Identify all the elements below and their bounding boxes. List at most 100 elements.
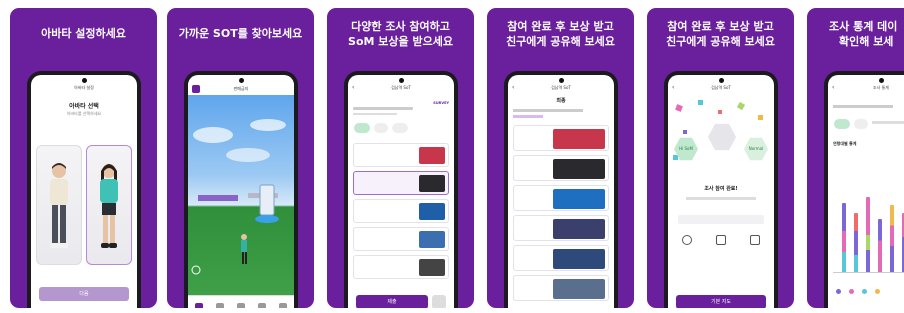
nav-cart-icon[interactable] xyxy=(258,302,267,308)
card-caption: 참여 완료 후 보상 받고 친구에게 공유해 보세요 xyxy=(647,19,794,49)
nav-home-icon[interactable] xyxy=(194,302,203,308)
result-image xyxy=(553,159,605,179)
section-label-placeholder xyxy=(513,115,543,118)
caption-line: 친구에게 공유해 보세요 xyxy=(506,35,615,48)
avatar-option-female[interactable] xyxy=(86,145,132,265)
caption-line: 참여 완료 후 보상 받고 xyxy=(507,20,614,33)
reward-badge-count xyxy=(854,119,868,129)
share-kakao-icon[interactable] xyxy=(682,235,692,245)
nav-list-icon[interactable] xyxy=(215,302,224,308)
option-image xyxy=(419,175,445,192)
card-caption: 참여 완료 후 보상 받고 친구에게 공유해 보세요 xyxy=(487,19,634,49)
camera-icon xyxy=(878,78,884,83)
back-icon[interactable]: ‹ xyxy=(352,83,354,93)
next-button[interactable]: 다음 xyxy=(39,287,129,301)
result-item xyxy=(513,125,609,151)
skip-button[interactable] xyxy=(432,295,446,308)
avatar-female-figure xyxy=(100,164,118,248)
screenshot-card-survey: 다양한 조사 참여하고 SoM 보상을 받으세요 ‹ 검남역 SoT SURVE… xyxy=(327,8,474,308)
nav-profile-icon[interactable] xyxy=(279,302,288,308)
result-item xyxy=(513,185,609,211)
reward-badge-som xyxy=(834,119,850,129)
screenshot-card-avatar: 아바타 설정하세요 아바타 설정 아바타 선택 아바타를 선택하세요 다음 xyxy=(10,8,157,308)
avatar-subtext: 아바타를 선택하세요 xyxy=(66,111,102,116)
share-hint xyxy=(678,215,764,224)
reward-text-placeholder xyxy=(686,197,756,200)
chart-bar xyxy=(842,203,846,273)
phone-frame: ‹ 검남역 SoT 최종 xyxy=(504,71,618,308)
nav-stats-icon[interactable] xyxy=(236,302,245,308)
result-heading: 최종 xyxy=(556,98,566,104)
back-icon[interactable]: ‹ xyxy=(672,83,674,93)
result-image xyxy=(553,189,605,209)
answer-option[interactable] xyxy=(353,255,449,279)
phone-screen: ‹ 검남역 SoT SURVEY 제출 xyxy=(348,75,454,308)
complete-heading: 조사 참여 완료! xyxy=(704,186,738,192)
chart-bar xyxy=(890,205,894,273)
option-image xyxy=(419,259,445,276)
screen-title-text: 검남역 SoT xyxy=(551,85,571,90)
phone-frame: 판매금지 xyxy=(184,71,298,308)
camera-icon xyxy=(238,78,244,83)
caption-line: SoM 보상을 받으세요 xyxy=(348,35,453,48)
phone-frame: ‹ 검남역 SoT SURVEY 제출 xyxy=(344,71,458,308)
phone-screen: ‹ 조사 통계 연령대별 통계 xyxy=(828,75,904,308)
phone-screen: 판매금지 xyxy=(188,75,294,308)
phone-screen: ‹ 검남역 SoT 최종 xyxy=(508,75,614,308)
avatar-male-figure xyxy=(50,163,68,248)
share-link-icon[interactable] xyxy=(716,235,726,245)
submit-button[interactable]: 제출 xyxy=(356,295,428,308)
share-more-icon[interactable] xyxy=(750,235,760,245)
screen-title: ‹ 검남역 SoT xyxy=(508,83,614,93)
result-image xyxy=(553,249,605,269)
caption-line: 가까운 SOT를 찾아보세요 xyxy=(178,27,303,40)
reward-badge-som xyxy=(354,123,370,133)
phone-screen: ‹ 검남역 SoT Hi SoM Normal 조사 참여 완료! 기본 지도 xyxy=(668,75,774,308)
back-icon[interactable]: ‹ xyxy=(832,83,834,93)
phone-frame: ‹ 조사 통계 연령대별 통계 xyxy=(824,71,904,308)
result-image xyxy=(553,129,605,149)
answer-option[interactable] xyxy=(353,143,449,167)
answer-option[interactable] xyxy=(353,199,449,223)
result-item xyxy=(513,245,609,271)
date-placeholder xyxy=(872,121,904,124)
3d-map-view[interactable] xyxy=(188,95,294,295)
screen-title: ‹ 조사 통계 xyxy=(828,83,904,93)
screenshot-card-map: 가까운 SOT를 찾아보세요 판매금지 xyxy=(167,8,314,308)
screen-title-text: 검남역 SoT xyxy=(391,85,411,90)
map-button[interactable]: 기본 지도 xyxy=(676,295,766,308)
screen-title-text: 검남역 SoT xyxy=(711,85,731,90)
answer-option-selected[interactable] xyxy=(353,171,449,195)
camera-icon xyxy=(81,78,87,83)
caption-line: 아바타 설정하세요 xyxy=(41,27,126,40)
avatar-option-male[interactable] xyxy=(36,145,82,265)
phone-frame: ‹ 검남역 SoT Hi SoM Normal 조사 참여 완료! 기본 지도 xyxy=(664,71,778,308)
caption-line: 다양한 조사 참여하고 xyxy=(351,20,450,33)
answer-option[interactable] xyxy=(353,227,449,251)
avatar-heading: 아바타 선택 xyxy=(69,103,99,110)
caption-line: 조사 통계 데이 xyxy=(829,20,898,33)
screen-title: 아바타 설정 xyxy=(74,85,94,90)
phone-screen: 아바타 설정 아바타 선택 아바타를 선택하세요 다음 xyxy=(31,75,137,308)
screenshot-card-result: 참여 완료 후 보상 받고 친구에게 공유해 보세요 ‹ 검남역 SoT 최종 xyxy=(487,8,634,308)
map-header[interactable]: 판매금지 xyxy=(188,83,294,95)
card-caption: 조사 통계 데이 확인해 보세 xyxy=(807,19,904,49)
map-scene xyxy=(191,119,286,275)
camera-icon xyxy=(558,78,564,83)
result-item xyxy=(513,155,609,181)
option-image xyxy=(419,231,445,248)
caption-line: 친구에게 공유해 보세요 xyxy=(666,35,775,48)
phone-frame: 아바타 설정 아바타 선택 아바타를 선택하세요 다음 xyxy=(27,71,141,308)
question-text-placeholder xyxy=(353,107,413,110)
app-logo-icon xyxy=(192,85,200,93)
chart-bar xyxy=(866,197,870,273)
chart-title: 연령대별 통계 xyxy=(833,141,857,146)
card-caption: 다양한 조사 참여하고 SoM 보상을 받으세요 xyxy=(327,19,474,49)
card-caption: 아바타 설정하세요 xyxy=(10,26,157,41)
camera-icon xyxy=(718,78,724,83)
card-caption: 가까운 SOT를 찾아보세요 xyxy=(167,26,314,41)
back-icon[interactable]: ‹ xyxy=(512,83,514,93)
result-item xyxy=(513,215,609,241)
option-image xyxy=(419,203,445,220)
chart-bar xyxy=(854,213,858,273)
